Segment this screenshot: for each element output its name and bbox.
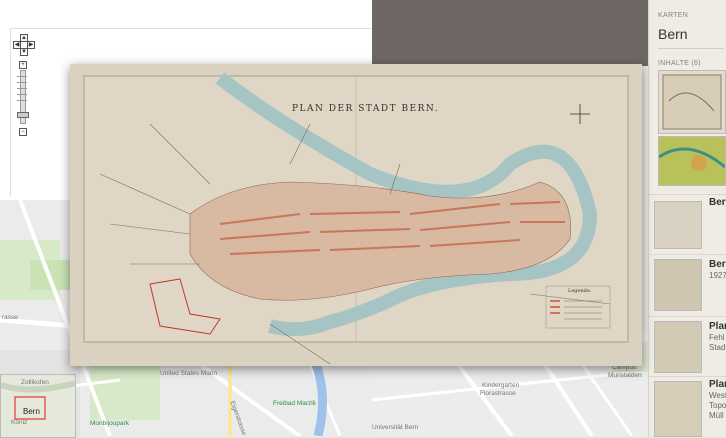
zoom-tick [17,88,27,89]
poi-label: Muristalden [608,372,642,379]
embassy-label: United States Marin [160,370,218,377]
list-item[interactable]: Plan Fehl Stad [649,316,726,377]
zoom-tick [17,76,27,77]
pan-right-icon[interactable]: ▶ [27,41,35,49]
pan-down-icon[interactable]: ▼ [20,48,28,56]
list-item[interactable]: Bern [649,194,726,255]
list-item-subtitle: Müll [709,411,724,420]
zoom-tick [17,82,27,83]
list-item-title: Berr [709,259,726,270]
poi-label: Freibad Marzili [273,400,316,407]
sidebar-title: Bern [658,26,688,42]
street-label: rasse [2,314,18,321]
list-item-subtitle: Fehl [709,333,725,342]
place-label-bern: Bern [23,407,40,416]
poi-label: Kindergarten [482,382,520,389]
poi-label: Universität Bern [372,424,419,431]
contents-label: INHALTE (6) [658,60,701,67]
zoom-in-button[interactable]: + [19,61,27,69]
place-label: Zollikofen [21,379,49,386]
map-title: PLAN DER STADT BERN. [292,104,440,114]
content-thumbnail[interactable] [658,70,726,134]
legend-title: Legende. [568,288,592,294]
list-item-title: Plan [709,321,726,332]
list-item-subtitle: 1927 [709,271,726,280]
list-item-title: Plan [709,379,726,390]
park-label: Monbijoupark [90,420,130,427]
list-item-subtitle: West [709,391,726,400]
divider [658,48,724,49]
list-item-subtitle: Topo [709,401,726,410]
street-label: Florastrasse [480,390,516,397]
list-item[interactable]: Berr 1927 [649,254,726,315]
sidebar: KARTEN Bern INHALTE (6) Bern Berr 1927 P… [648,0,726,437]
zoom-handle[interactable] [17,112,29,118]
content-thumbnail[interactable] [658,136,726,186]
zoom-tick [17,94,27,95]
thumbnail-graphic [662,74,722,130]
place-label: Köniz [11,419,28,426]
item-thumbnail [654,259,702,311]
zoom-tick [17,100,27,101]
list-item[interactable]: Plan West Topo Müll [649,376,726,437]
header-band [372,0,648,66]
historical-map-card[interactable]: PLAN DER STADT BERN. Legende. [70,64,642,366]
list-item-title: Bern [709,197,726,208]
item-thumbnail [654,381,702,437]
sidebar-section-label: KARTEN [658,12,689,19]
item-thumbnail [654,201,702,249]
zoom-out-button[interactable]: − [19,128,27,136]
item-thumbnail [654,321,702,373]
list-item-subtitle: Stad [709,343,726,352]
overview-inset[interactable]: Zollikofen Bern Köniz [0,374,76,438]
thumbnail-graphic [658,137,726,185]
